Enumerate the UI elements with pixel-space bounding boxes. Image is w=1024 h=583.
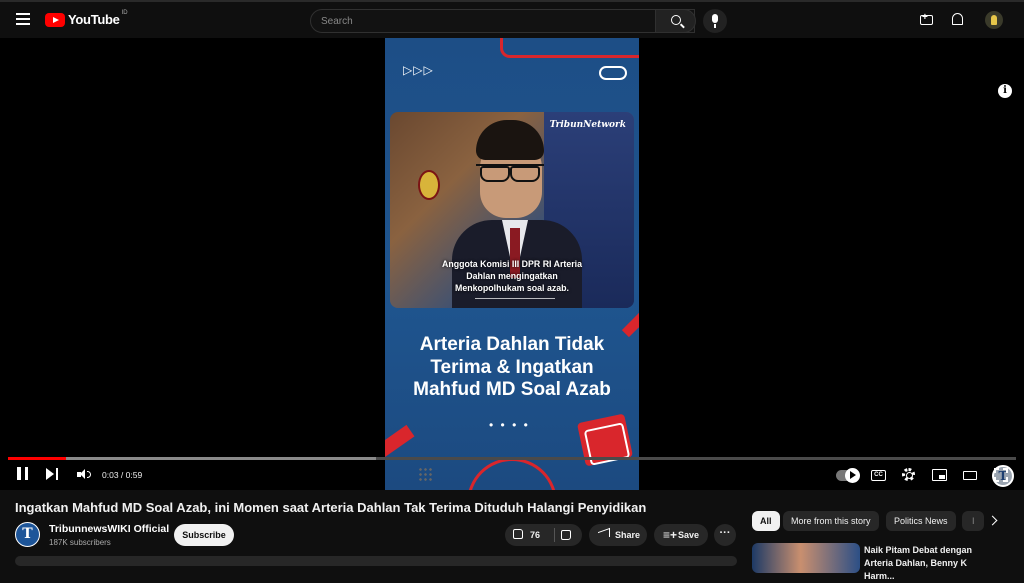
chip-politics-news[interactable]: Politics News <box>886 511 956 531</box>
search-button[interactable] <box>655 9 696 33</box>
video-photo: TribunNetwork Anggota Komisi III DPR RI … <box>390 112 634 308</box>
more-actions-button[interactable]: ··· <box>714 524 736 546</box>
fullscreen-icon[interactable] <box>994 468 1008 482</box>
share-icon <box>598 527 610 542</box>
like-dislike-group: 76 <box>505 524 582 546</box>
search-icon <box>671 15 681 25</box>
youtube-play-icon <box>45 12 65 27</box>
share-label: Share <box>615 530 641 540</box>
share-button[interactable]: Share <box>589 524 647 546</box>
top-bar: YouTube ID Search <box>0 0 1024 38</box>
pause-button[interactable] <box>17 467 28 480</box>
drag-handle-icon[interactable] <box>418 467 434 483</box>
account-avatar[interactable] <box>985 11 1003 29</box>
miniplayer-icon[interactable] <box>932 469 947 481</box>
decor-red-slash <box>621 308 639 338</box>
player-controls: 0:03 / 0:59 CC <box>0 463 1024 487</box>
logo-text: YouTube <box>68 12 120 27</box>
video-player[interactable]: ▷▷▷ TribunNetwork Anggota Komisi III DPR… <box>0 38 1024 490</box>
description-box[interactable] <box>15 556 737 566</box>
like-count[interactable]: 76 <box>530 530 540 540</box>
like-icon[interactable] <box>513 529 523 539</box>
settings-icon[interactable] <box>902 468 915 481</box>
chip-partial[interactable]: I <box>962 511 984 531</box>
subscriber-count: 187K subscribers <box>49 538 111 547</box>
progress-bar[interactable] <box>8 457 1016 460</box>
video-headline: Arteria Dahlan Tidak Terima & Ingatkan M… <box>413 334 611 400</box>
autoplay-toggle[interactable] <box>836 468 860 483</box>
emblem-icon <box>418 170 440 200</box>
volume-icon[interactable] <box>77 469 91 480</box>
captions-button[interactable]: CC <box>871 470 886 481</box>
channel-name[interactable]: TribunnewsWIKI Official <box>49 523 169 535</box>
chevron-right-icon[interactable] <box>987 515 998 526</box>
create-icon[interactable] <box>920 12 933 25</box>
photo-watermark: TribunNetwork <box>549 120 626 130</box>
save-label: Save <box>678 530 700 540</box>
theater-mode-icon[interactable] <box>963 471 977 480</box>
video-title: Ingatkan Mahfud MD Soal Azab, ini Momen … <box>15 500 647 515</box>
next-button[interactable] <box>46 468 58 480</box>
video-frame[interactable]: ▷▷▷ TribunNetwork Anggota Komisi III DPR… <box>385 38 639 490</box>
time-display: 0:03 / 0:59 <box>102 470 143 480</box>
chip-more-from-story[interactable]: More from this story <box>783 511 879 531</box>
divider <box>554 528 555 542</box>
search-input[interactable]: Search <box>310 9 695 33</box>
related-video-thumbnail[interactable] <box>752 543 860 573</box>
channel-avatar[interactable]: T <box>15 522 40 547</box>
dislike-icon[interactable] <box>561 530 571 540</box>
decor-arrows: ▷▷▷ <box>403 63 434 77</box>
country-code: ID <box>121 9 128 16</box>
decor-dots: • • • • <box>489 418 530 432</box>
caption-underline <box>475 298 555 299</box>
decor-red-outline <box>500 38 639 58</box>
decor-pill <box>599 66 627 80</box>
voice-search-icon[interactable] <box>703 9 727 33</box>
info-icon[interactable]: i <box>998 84 1012 98</box>
related-video-title[interactable]: Naik Pitam Debat dengan Arteria Dahlan, … <box>864 544 994 583</box>
youtube-logo[interactable]: YouTube ID <box>45 9 128 27</box>
subscribe-button[interactable]: Subscribe <box>174 524 234 546</box>
photo-caption: Anggota Komisi III DPR RI Arteria Dahlan… <box>442 259 582 293</box>
save-icon: ≡+ <box>663 528 678 542</box>
save-button[interactable]: ≡+ Save <box>654 524 708 546</box>
progress-played <box>8 457 67 460</box>
notifications-icon[interactable] <box>952 13 963 25</box>
chip-all[interactable]: All <box>752 511 780 531</box>
menu-icon[interactable] <box>16 13 30 25</box>
